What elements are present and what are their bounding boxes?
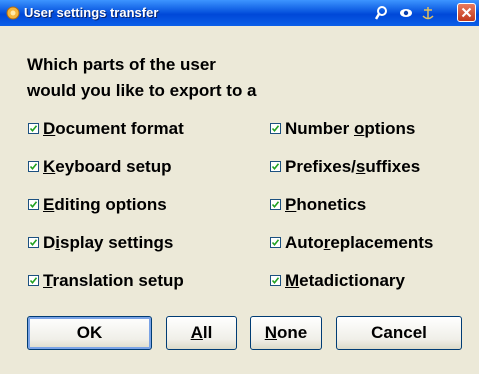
prompt-line-1: Which parts of the user: [27, 55, 216, 74]
option-label: Keyboard setup: [43, 157, 172, 176]
search-icon[interactable]: [374, 5, 391, 21]
cancel-button-label: Cancel: [371, 323, 427, 342]
eye-icon[interactable]: [398, 5, 414, 21]
checkbox[interactable]: [28, 123, 39, 134]
checkbox[interactable]: [270, 123, 281, 134]
option-label: Autoreplacements: [285, 233, 434, 252]
option-label: Editing options: [43, 195, 167, 214]
window-title: User settings transfer: [24, 5, 159, 20]
option-label: Metadictionary: [285, 271, 405, 290]
anchor-icon[interactable]: [420, 5, 436, 21]
checkmark-icon: [29, 163, 38, 171]
close-icon: [461, 7, 472, 18]
checkmark-icon: [271, 239, 280, 247]
none-button[interactable]: None: [250, 316, 322, 350]
checkbox[interactable]: [28, 237, 39, 248]
checkbox[interactable]: [28, 275, 39, 286]
checkbox[interactable]: [270, 199, 281, 210]
checkmark-icon: [271, 277, 280, 285]
ok-button[interactable]: OK: [27, 316, 152, 350]
checkmark-icon: [271, 201, 280, 209]
option-label: Document format: [43, 119, 184, 138]
checkbox[interactable]: [270, 161, 281, 172]
prompt-line-2: would you like to export to a: [27, 81, 257, 100]
checkmark-icon: [271, 163, 280, 171]
close-button[interactable]: [457, 3, 476, 22]
checkmark-icon: [29, 277, 38, 285]
checkmark-icon: [29, 201, 38, 209]
checkmark-icon: [271, 125, 280, 133]
all-button-label: All: [190, 323, 213, 342]
checkmark-icon: [29, 125, 38, 133]
checkmark-icon: [29, 239, 38, 247]
cancel-button[interactable]: Cancel: [336, 316, 462, 350]
title-bar[interactable]: User settings transfer: [0, 0, 479, 26]
checkbox[interactable]: [28, 161, 39, 172]
checkbox[interactable]: [270, 237, 281, 248]
checkbox[interactable]: [28, 199, 39, 210]
option-label: Display settings: [43, 233, 174, 252]
option-label: Number options: [285, 119, 416, 138]
prompt-text: Which parts of the user would you like t…: [27, 52, 257, 104]
option-label: Phonetics: [285, 195, 367, 214]
app-icon: [5, 5, 21, 21]
option-label: Translation setup: [43, 271, 184, 290]
none-button-label: None: [264, 323, 308, 342]
checkbox[interactable]: [270, 275, 281, 286]
option-label: Prefixes/suffixes: [285, 157, 421, 176]
ok-button-label: OK: [76, 323, 103, 342]
all-button[interactable]: All: [166, 316, 237, 350]
dialog-window: User settings transfer Which parts of th…: [0, 0, 479, 374]
